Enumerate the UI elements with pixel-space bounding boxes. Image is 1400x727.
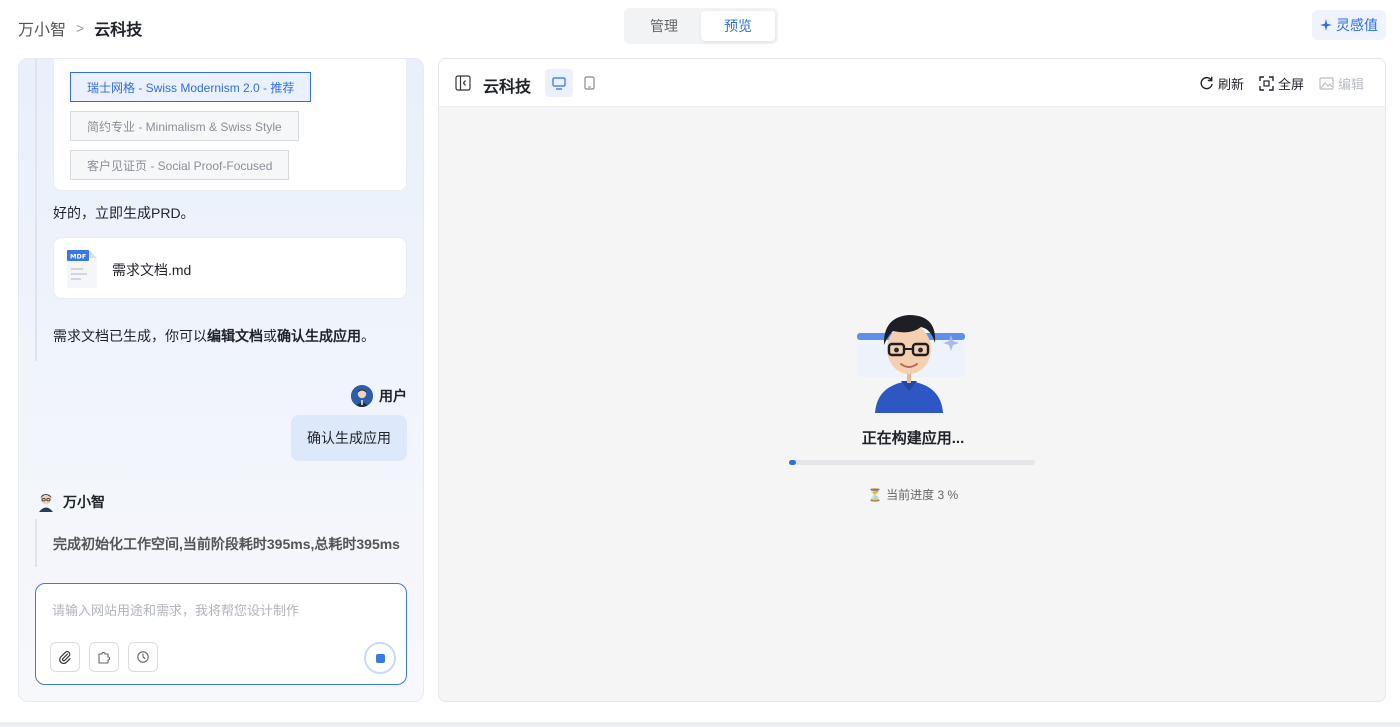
fullscreen-button[interactable]: 全屏: [1259, 74, 1304, 93]
history-button[interactable]: [128, 642, 158, 672]
doc-ready-mid: 或: [263, 328, 277, 344]
style-options-card: 瑞士网格 - Swiss Modernism 2.0 - 推荐 简约专业 - M…: [53, 59, 407, 191]
image-edit-icon: [1319, 77, 1334, 90]
device-toggle: [545, 69, 603, 97]
view-switcher: 管理 预览: [624, 8, 778, 44]
stop-icon: [375, 653, 385, 663]
fullscreen-icon: [1259, 76, 1274, 91]
build-progress-fill: [789, 460, 797, 465]
sidebar-collapse-icon[interactable]: [455, 75, 471, 91]
doc-ready-prefix: 需求文档已生成，你可以: [53, 328, 207, 344]
inspiration-button[interactable]: 灵感值: [1312, 10, 1386, 40]
bottom-edge: [0, 722, 1400, 727]
attach-button[interactable]: [50, 642, 80, 672]
top-header: 万小智 > 云科技 管理 预览 灵感值: [0, 0, 1400, 52]
file-name: 需求文档.md: [112, 262, 192, 278]
style-option-social-proof[interactable]: 客户见证页 - Social Proof-Focused: [70, 150, 290, 180]
preview-panel: 云科技 刷新 全屏 编辑 正在构建应用... ⏳ 当前进度 3 %: [438, 58, 1386, 702]
paperclip-icon: [59, 651, 71, 664]
builder-mascot-illustration: [857, 315, 965, 413]
preview-title: 云科技: [483, 79, 532, 96]
refresh-button[interactable]: 刷新: [1199, 74, 1244, 93]
history-icon: [137, 651, 149, 663]
tab-preview[interactable]: 预览: [701, 11, 775, 41]
tab-manage[interactable]: 管理: [627, 11, 701, 41]
refresh-label: 刷新: [1218, 77, 1245, 92]
chat-input-placeholder[interactable]: 请输入网站用途和需求，我将帮您设计制作: [52, 600, 382, 619]
sparkle-icon: [1320, 19, 1332, 31]
bot-avatar-icon: [39, 494, 53, 512]
bot-status-message: 完成初始化工作空间,当前阶段耗时395ms,总耗时395ms: [53, 536, 400, 552]
chat-input-box[interactable]: 请输入网站用途和需求，我将帮您设计制作: [35, 583, 407, 685]
user-message-bubble: 确认生成应用: [291, 415, 407, 461]
confirm-generate-link[interactable]: 确认生成应用: [277, 328, 361, 344]
bot-name: 万小智: [63, 494, 105, 510]
fullscreen-label: 全屏: [1278, 77, 1305, 92]
style-option-minimalism[interactable]: 简约专业 - Minimalism & Swiss Style: [70, 111, 299, 141]
edit-label: 编辑: [1338, 77, 1365, 92]
thread-line: [35, 59, 37, 361]
inspiration-label: 灵感值: [1336, 17, 1378, 33]
doc-ready-suffix: 。: [361, 328, 375, 344]
file-badge: MDF: [70, 253, 86, 261]
plugin-button[interactable]: [89, 642, 119, 672]
build-status-area: 正在构建应用... ⏳ 当前进度 3 %: [439, 107, 1385, 701]
bot-reply-generate: 好的，立即生成PRD。: [53, 205, 195, 221]
breadcrumb: 万小智 > 云科技: [18, 16, 142, 40]
user-header: 用户: [351, 385, 407, 407]
breadcrumb-root[interactable]: 万小智: [18, 16, 66, 40]
edit-doc-link[interactable]: 编辑文档: [207, 328, 263, 344]
refresh-icon: [1200, 76, 1213, 90]
markdown-file-icon: MDF: [67, 250, 97, 288]
file-card[interactable]: MDF 需求文档.md: [53, 237, 407, 299]
build-progress-bar: [789, 460, 1035, 465]
puzzle-icon: [98, 652, 110, 664]
user-avatar: [351, 385, 373, 407]
user-name: 用户: [379, 388, 407, 404]
stop-generation-button[interactable]: [364, 642, 396, 674]
edit-button[interactable]: 编辑: [1319, 74, 1364, 93]
bot-header: 万小智: [37, 492, 105, 512]
building-status-text: 正在构建应用...: [861, 430, 965, 447]
build-progress-label: ⏳ 当前进度 3 %: [867, 488, 959, 502]
style-option-swiss-modernism[interactable]: 瑞士网格 - Swiss Modernism 2.0 - 推荐: [70, 72, 312, 102]
bot-doc-ready-message: 需求文档已生成，你可以编辑文档或确认生成应用。: [53, 326, 375, 346]
mobile-view-button[interactable]: [575, 69, 603, 97]
breadcrumb-current: 云科技: [94, 22, 143, 39]
phone-icon: [583, 76, 595, 90]
preview-toolbar: 云科技 刷新 全屏 编辑: [439, 59, 1385, 107]
user-avatar-icon: [351, 385, 373, 407]
desktop-view-button[interactable]: [545, 69, 573, 97]
monitor-icon: [552, 76, 566, 90]
thread-line-2: [35, 519, 37, 567]
chat-panel: 瑞士网格 - Swiss Modernism 2.0 - 推荐 简约专业 - M…: [18, 58, 424, 702]
breadcrumb-separator: >: [76, 20, 85, 36]
